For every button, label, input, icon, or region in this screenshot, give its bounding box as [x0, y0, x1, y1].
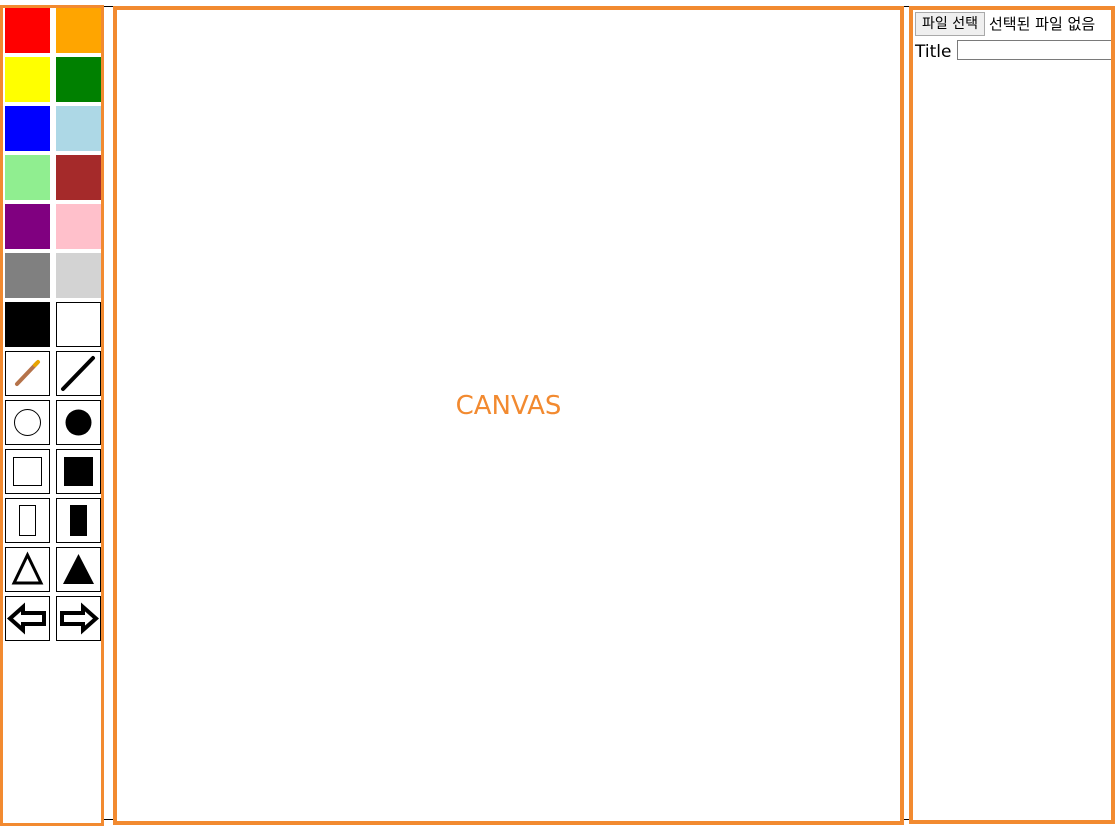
color-swatch-light-green[interactable] — [5, 155, 50, 200]
rectangle-outline-tool[interactable] — [5, 498, 50, 543]
color-swatch-orange[interactable] — [56, 8, 101, 53]
pencil-tool[interactable] — [5, 351, 50, 396]
undo-arrow-tool[interactable] — [5, 596, 50, 641]
choose-file-button[interactable]: 파일 선택 — [915, 12, 985, 36]
pencil-icon — [15, 360, 40, 386]
redo-arrow-tool[interactable] — [56, 596, 101, 641]
square-outline-tool[interactable] — [5, 449, 50, 494]
color-swatch-light-gray[interactable] — [56, 253, 101, 298]
color-swatch-brown[interactable] — [56, 155, 101, 200]
circle-filled-icon — [65, 409, 92, 436]
title-label: Title — [915, 42, 952, 62]
circle-outline-icon — [14, 409, 41, 436]
title-input[interactable] — [957, 40, 1111, 60]
triangle-filled-tool[interactable] — [56, 547, 101, 592]
rectangle-filled-tool[interactable] — [56, 498, 101, 543]
line-icon — [61, 356, 95, 391]
color-swatch-white[interactable] — [56, 302, 101, 347]
tool-palette-panel — [0, 5, 104, 826]
properties-panel: 파일 선택 선택된 파일 없음 Title — [909, 6, 1115, 824]
file-input[interactable]: 파일 선택 선택된 파일 없음 — [915, 12, 1095, 36]
color-swatch-pink[interactable] — [56, 204, 101, 249]
color-swatch-yellow[interactable] — [5, 57, 50, 102]
color-swatch-red[interactable] — [5, 8, 50, 53]
triangle-outline-tool[interactable] — [5, 547, 50, 592]
arrow-right-icon — [60, 602, 100, 635]
arrow-left-icon — [6, 602, 46, 635]
color-swatch-gray[interactable] — [5, 253, 50, 298]
color-swatch-purple[interactable] — [5, 204, 50, 249]
color-swatch-black[interactable] — [5, 302, 50, 347]
color-swatch-light-blue[interactable] — [56, 106, 101, 151]
color-swatch-green[interactable] — [56, 57, 101, 102]
triangle-filled-icon — [63, 554, 94, 584]
rectangle-filled-icon — [70, 505, 87, 536]
color-swatch-blue[interactable] — [5, 106, 50, 151]
triangle-outline-icon — [11, 551, 44, 585]
canvas-label: CANVAS — [455, 391, 562, 421]
rectangle-outline-icon — [19, 505, 36, 536]
square-outline-icon — [13, 457, 42, 486]
title-row: Title — [915, 40, 1111, 64]
line-tool[interactable] — [56, 351, 101, 396]
square-filled-tool[interactable] — [56, 449, 101, 494]
drawing-canvas[interactable]: CANVAS — [113, 6, 904, 825]
square-filled-icon — [64, 457, 93, 486]
file-status-text: 선택된 파일 없음 — [988, 15, 1096, 33]
circle-filled-tool[interactable] — [56, 400, 101, 445]
circle-outline-tool[interactable] — [5, 400, 50, 445]
